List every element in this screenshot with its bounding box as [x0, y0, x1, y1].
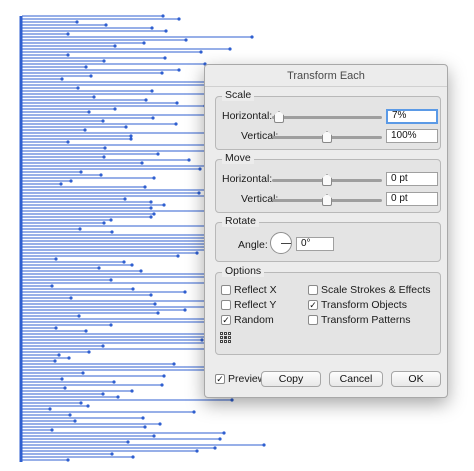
- reflect-x-label[interactable]: Reflect X: [234, 284, 277, 296]
- angle-label: Angle:: [238, 239, 268, 251]
- scale-vertical-slider[interactable]: [272, 129, 382, 145]
- rotate-legend: Rotate: [222, 215, 259, 227]
- transform-objects-checkbox[interactable]: ✓: [308, 300, 318, 310]
- move-vertical-slider[interactable]: [272, 192, 382, 208]
- random-checkbox[interactable]: ✓: [221, 315, 231, 325]
- preview-label[interactable]: Preview: [228, 373, 265, 385]
- scale-horizontal-label: Horizontal:: [222, 110, 273, 122]
- move-legend: Move: [222, 152, 254, 164]
- move-horizontal-field[interactable]: 0 pt: [386, 172, 438, 186]
- reflect-y-checkbox[interactable]: [221, 300, 231, 310]
- move-group: Move Horizontal: 0 pt Vertical: 0 pt: [215, 152, 441, 213]
- options-legend: Options: [222, 265, 265, 277]
- transform-patterns-checkbox[interactable]: [308, 315, 318, 325]
- ok-button[interactable]: OK: [391, 371, 441, 387]
- transform-each-dialog: Transform Each Scale Horizontal: 7% Vert…: [204, 64, 448, 398]
- options-group: Options Reflect X Reflect Y ✓ Random Sca…: [215, 265, 441, 355]
- reflect-x-checkbox[interactable]: [221, 285, 231, 295]
- slider-thumb[interactable]: [322, 131, 332, 143]
- scale-vertical-field[interactable]: 100%: [386, 129, 438, 143]
- move-vertical-field[interactable]: 0 pt: [386, 192, 438, 206]
- angle-field[interactable]: 0°: [296, 237, 334, 251]
- preview-checkbox[interactable]: ✓: [215, 374, 225, 384]
- rotate-group: Rotate Angle: 0°: [215, 215, 441, 262]
- random-label[interactable]: Random: [234, 314, 274, 326]
- scale-horizontal-field[interactable]: 7%: [386, 109, 438, 124]
- move-horizontal-label: Horizontal:: [222, 173, 273, 185]
- slider-thumb[interactable]: [322, 174, 332, 186]
- slider-thumb[interactable]: [274, 111, 284, 123]
- scale-strokes-checkbox[interactable]: [308, 285, 318, 295]
- move-horizontal-slider[interactable]: [272, 172, 382, 188]
- transform-objects-label[interactable]: Transform Objects: [321, 299, 407, 311]
- transform-patterns-label[interactable]: Transform Patterns: [321, 314, 410, 326]
- scale-group: Scale Horizontal: 7% Vertical: 100%: [215, 89, 441, 150]
- angle-dial-icon[interactable]: [270, 232, 292, 254]
- cancel-button[interactable]: Cancel: [329, 371, 383, 387]
- reflect-y-label[interactable]: Reflect Y: [234, 299, 276, 311]
- reference-point-grid-icon[interactable]: [220, 332, 232, 344]
- slider-track: [272, 116, 382, 119]
- dialog-title: Transform Each: [205, 65, 447, 87]
- scale-legend: Scale: [222, 89, 255, 101]
- scale-horizontal-slider[interactable]: [272, 109, 382, 125]
- angle-dial-indicator: [281, 243, 291, 244]
- copy-button[interactable]: Copy: [261, 371, 321, 387]
- slider-thumb[interactable]: [322, 194, 332, 206]
- scale-strokes-label[interactable]: Scale Strokes & Effects: [321, 284, 431, 296]
